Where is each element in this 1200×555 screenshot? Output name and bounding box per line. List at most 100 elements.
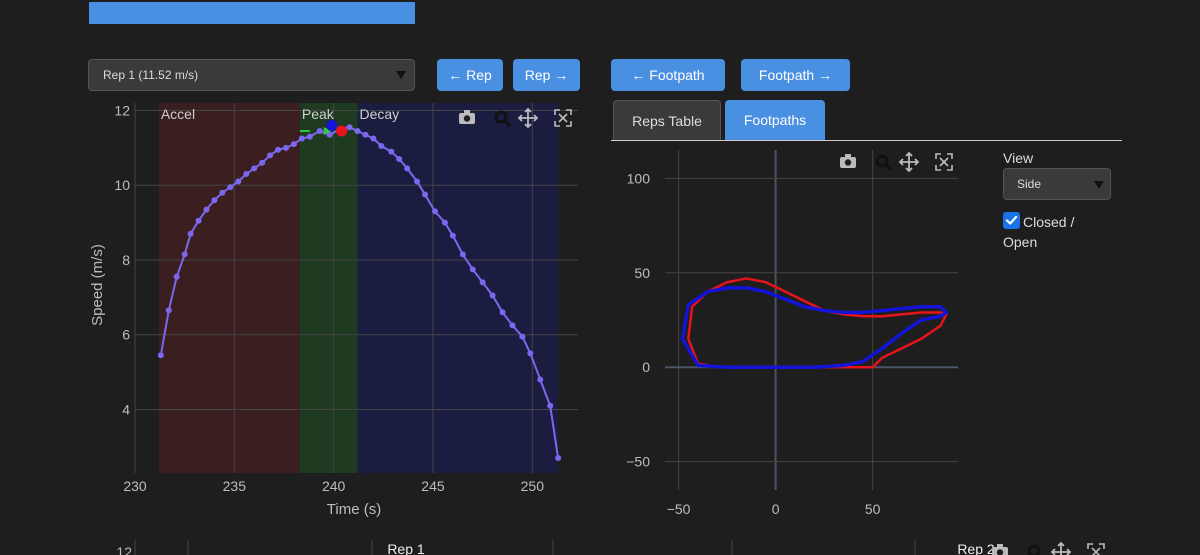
speed-point [509, 322, 516, 329]
camera-icon[interactable] [459, 113, 475, 124]
y-tick-label: 6 [122, 327, 130, 343]
speed-point [459, 251, 466, 258]
speed-point [354, 128, 361, 135]
camera-icon[interactable] [845, 154, 851, 157]
speed-point [469, 266, 476, 273]
top-banner [89, 2, 415, 24]
y-tick-label: 12 [114, 102, 130, 118]
zoom-icon[interactable] [884, 163, 893, 172]
zoom-icon[interactable] [1027, 544, 1041, 555]
speed-point [227, 184, 234, 191]
phase-label-peak: Peak [302, 106, 335, 122]
y-tick-label: 0 [642, 359, 650, 375]
speed-point [306, 133, 313, 140]
view-select-value: Side [1017, 177, 1042, 191]
pan-icon[interactable] [898, 151, 920, 173]
speed-point [173, 273, 180, 280]
rep-select-value: Rep 1 (11.52 m/s) [103, 68, 199, 82]
x-tick-label: 235 [223, 478, 247, 494]
camera-icon[interactable] [844, 159, 852, 166]
speed-point [378, 142, 385, 149]
camera-icon[interactable] [996, 549, 1004, 555]
zoom-icon[interactable] [494, 110, 508, 124]
camera-icon[interactable] [997, 544, 1003, 547]
camera-icon[interactable] [463, 115, 471, 122]
chevron-down-icon [1094, 181, 1104, 189]
speed-point [165, 307, 172, 314]
pan-icon[interactable] [1050, 541, 1072, 555]
speed-point [243, 171, 250, 178]
closed-open-checkbox[interactable] [1003, 212, 1020, 229]
speed-point [479, 279, 486, 286]
speed-point [537, 376, 544, 383]
speed-point [346, 124, 353, 131]
next-footpath-button[interactable]: Footpath → [741, 59, 850, 91]
speed-point [489, 292, 496, 299]
phase-label-accel: Accel [161, 106, 195, 122]
speed-point [499, 309, 506, 316]
speed-point [267, 152, 274, 159]
x-tick-label: 0 [772, 501, 780, 517]
speed-point [414, 178, 421, 185]
x-tick-label: −50 [667, 501, 691, 517]
y-tick-label: 100 [627, 170, 651, 186]
speed-point [336, 126, 343, 133]
peak-arrow-head [323, 127, 332, 136]
rep2-chart-title: Rep 2 [957, 541, 995, 555]
chevron-down-icon [396, 71, 406, 79]
camera-icon[interactable] [840, 157, 856, 168]
autoscale-icon[interactable] [1087, 543, 1105, 555]
y-tick-label: −50 [626, 454, 650, 470]
y-tick-label: 50 [634, 265, 650, 281]
speed-point [235, 178, 242, 185]
x-tick-label: 50 [865, 501, 881, 517]
speed-point [259, 159, 266, 166]
phase-label-decay: Decay [359, 106, 399, 122]
speed-point [547, 402, 554, 409]
peak-marker-1 [336, 125, 348, 137]
speed-point [211, 197, 218, 204]
speed-point [290, 141, 297, 148]
speed-point [370, 135, 377, 142]
x-tick-label: 245 [421, 478, 445, 494]
speed-point [449, 232, 456, 239]
speed-point [326, 131, 333, 138]
tab-reps-table[interactable]: Reps Table [613, 100, 721, 140]
speed-point [181, 251, 188, 258]
zoom-icon[interactable] [875, 154, 889, 168]
pan-icon[interactable] [517, 107, 539, 129]
autoscale-icon[interactable] [935, 153, 953, 171]
speed-point [195, 217, 202, 224]
speed-point [404, 165, 411, 172]
speed-point [275, 146, 282, 153]
speed-point [431, 208, 438, 215]
peak-band [299, 103, 358, 473]
camera-icon[interactable] [992, 547, 1008, 555]
speed-point [219, 189, 226, 196]
speed-point [362, 131, 369, 138]
view-select[interactable]: Side [1003, 168, 1111, 200]
zoom-icon[interactable] [503, 119, 512, 128]
prev-rep-button[interactable]: ← Rep [437, 59, 503, 91]
accel-band [158, 103, 300, 473]
camera-icon[interactable] [464, 110, 470, 113]
y-tick-label: 10 [114, 177, 130, 193]
peak-marker-0 [326, 119, 338, 131]
next-rep-button[interactable]: Rep → [513, 59, 580, 91]
speed-point [251, 165, 258, 172]
rep1-chart-title: Rep 1 [387, 541, 425, 555]
speed-point [388, 148, 395, 155]
speed-point [282, 144, 289, 151]
footpath-blue [680, 286, 949, 369]
x-axis-label: Time (s) [327, 501, 381, 518]
speed-point [157, 352, 164, 359]
tabs-divider [611, 140, 1122, 141]
autoscale-icon[interactable] [554, 109, 572, 127]
y-tick-label: 8 [122, 252, 130, 268]
rep-select[interactable]: Rep 1 (11.52 m/s) [88, 59, 415, 91]
prev-footpath-button[interactable]: ← Footpath [611, 59, 725, 91]
speed-point [298, 135, 305, 142]
tab-footpaths[interactable]: Footpaths [725, 100, 825, 140]
speed-point [203, 206, 210, 213]
x-tick-label: 250 [521, 478, 545, 494]
